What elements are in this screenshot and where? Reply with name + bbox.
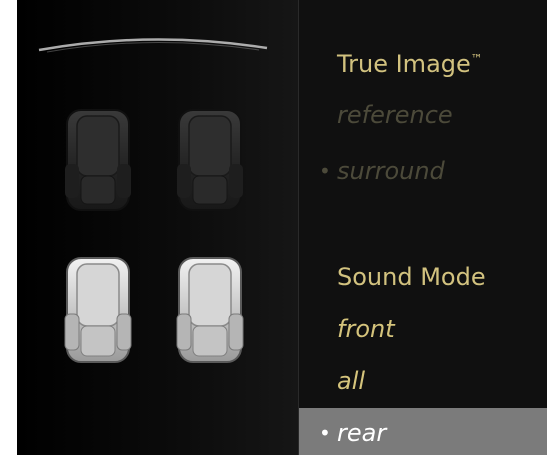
seat-rear-left [64,257,132,363]
seat-rear-right [176,257,244,363]
seat-front-right [177,109,243,211]
sound-mode-option-front[interactable]: front [337,314,395,344]
true-image-heading: True Image™ [337,44,483,79]
seat-diagram-panel [17,0,299,455]
seat-front-left [65,109,131,211]
audio-settings-screen: True Image™ reference • surround Sound M… [17,0,547,455]
sound-mode-option-all[interactable]: all [337,366,365,396]
audio-menu-panel: True Image™ reference • surround Sound M… [299,0,547,455]
true-image-heading-text: True Image [337,50,471,78]
sound-mode-heading: Sound Mode [337,263,486,291]
sound-mode-option-rear[interactable]: rear [337,418,386,448]
selected-bullet-icon: • [319,421,331,445]
selected-bullet-icon: • [319,159,331,183]
true-image-option-reference[interactable]: reference [337,100,453,130]
true-image-option-surround[interactable]: surround [337,156,445,186]
seat-diagram [38,38,268,363]
trademark-symbol: ™ [470,52,483,66]
